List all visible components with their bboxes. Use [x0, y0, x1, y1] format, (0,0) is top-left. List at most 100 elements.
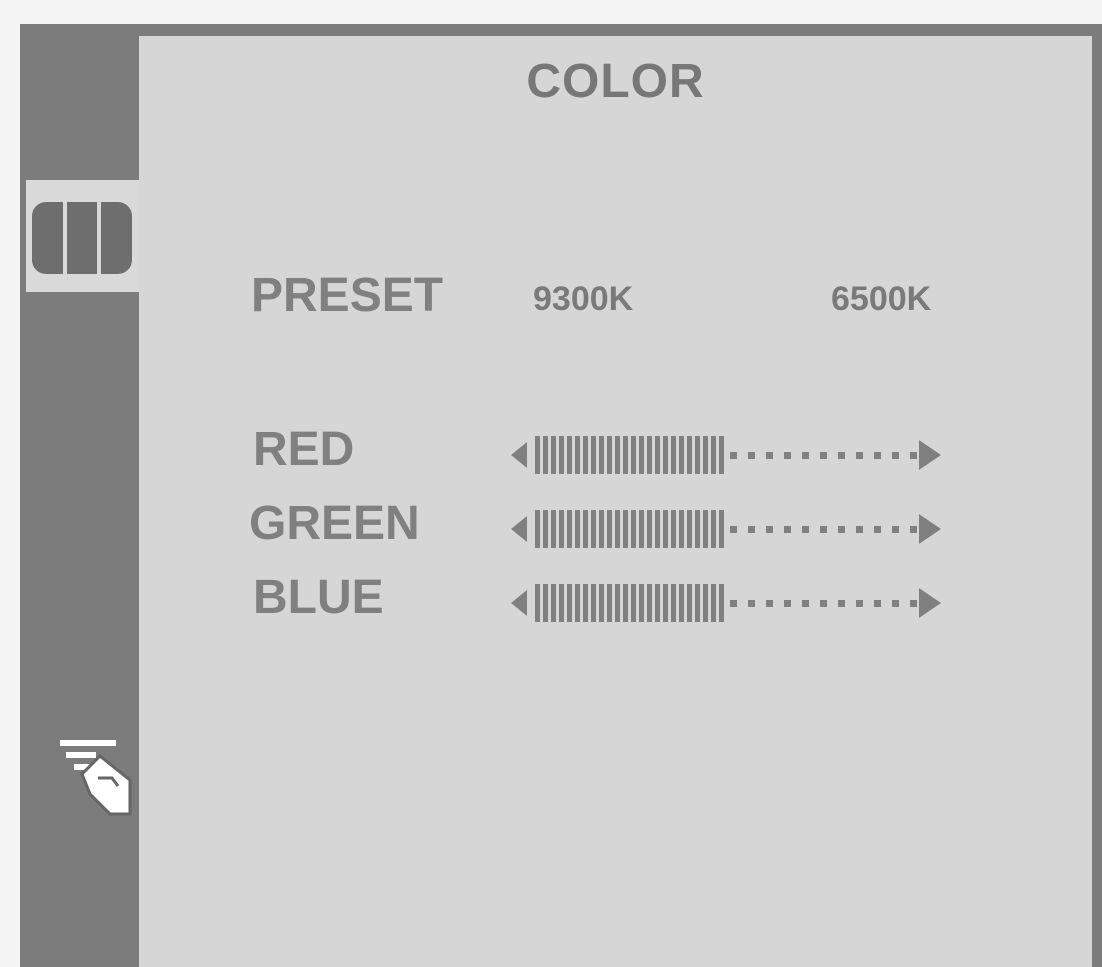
slider-fill-tick	[543, 584, 548, 622]
slider-fill-tick	[719, 584, 724, 622]
slider-empty-dot	[892, 600, 899, 607]
slider-left-arrow-icon	[511, 590, 527, 616]
slider-fill-tick	[663, 510, 668, 548]
slider-fill-tick	[599, 510, 604, 548]
slider-fill-tick	[575, 510, 580, 548]
slider-fill-tick	[567, 436, 572, 474]
slider-empty-dot	[838, 452, 845, 459]
slider-fill-tick	[679, 436, 684, 474]
slider-fill-tick	[607, 584, 612, 622]
slider-empty-dot	[730, 526, 737, 533]
slider-empty-dot	[802, 600, 809, 607]
green-slider[interactable]	[511, 506, 941, 552]
slider-fill-tick	[559, 436, 564, 474]
slider-empty-dot	[820, 452, 827, 459]
slider-empty-dot	[820, 526, 827, 533]
green-label: GREEN	[249, 497, 420, 550]
slider-empty-dot	[730, 600, 737, 607]
slider-empty-dot	[766, 600, 773, 607]
red-slider[interactable]	[511, 432, 941, 478]
slider-fill-tick	[663, 436, 668, 474]
slider-empty-dot	[784, 526, 791, 533]
slider-empty-dot	[910, 526, 917, 533]
slider-fill-tick	[631, 510, 636, 548]
slider-fill-tick	[591, 436, 596, 474]
slider-fill-tick	[695, 510, 700, 548]
slider-fill-tick	[623, 510, 628, 548]
slider-fill-tick	[719, 436, 724, 474]
slider-empty-dot	[802, 452, 809, 459]
slider-empty-dot	[856, 600, 863, 607]
slider-fill-tick	[551, 584, 556, 622]
slider-fill-tick	[575, 584, 580, 622]
slider-right-arrow-icon	[919, 440, 941, 470]
color-bars-icon	[32, 202, 133, 274]
slider-fill-tick	[655, 510, 660, 548]
color-panel: COLOR PRESET 9300K 6500K RED GREEN BLUE	[139, 36, 1092, 967]
slider-right-arrow-icon	[919, 514, 941, 544]
blue-slider[interactable]	[511, 580, 941, 626]
slider-empty-dot	[910, 452, 917, 459]
slider-fill-tick	[615, 510, 620, 548]
slider-empty-dot	[748, 526, 755, 533]
slider-fill-tick	[607, 510, 612, 548]
page-title: COLOR	[526, 55, 705, 108]
slider-fill-tick	[583, 436, 588, 474]
preset-label: PRESET	[251, 269, 444, 322]
slider-empty-dot	[802, 526, 809, 533]
slider-fill-tick	[567, 584, 572, 622]
slider-fill-tick	[671, 584, 676, 622]
slider-fill-tick	[711, 510, 716, 548]
slider-empty-dot	[748, 600, 755, 607]
slider-empty-dot	[838, 526, 845, 533]
slider-fill-tick	[543, 436, 548, 474]
slider-fill-tick	[575, 436, 580, 474]
slider-empty-dot	[874, 600, 881, 607]
slider-fill-tick	[647, 584, 652, 622]
slider-fill-tick	[687, 584, 692, 622]
sidebar	[20, 24, 139, 967]
slider-empty-dot	[730, 452, 737, 459]
slider-fill-tick	[639, 584, 644, 622]
slider-fill-tick	[607, 436, 612, 474]
slider-fill-tick	[719, 510, 724, 548]
hand-pointer-icon[interactable]	[42, 740, 132, 818]
slider-right-arrow-icon	[919, 588, 941, 618]
slider-empty-dot	[856, 526, 863, 533]
slider-empty-dot	[892, 526, 899, 533]
slider-empty-dot	[766, 452, 773, 459]
slider-fill-tick	[695, 584, 700, 622]
slider-empty-dot	[766, 526, 773, 533]
blue-label: BLUE	[253, 571, 384, 624]
slider-fill-tick	[599, 584, 604, 622]
slider-fill-tick	[559, 510, 564, 548]
sidebar-item-color[interactable]	[26, 180, 139, 292]
slider-empty-dot	[784, 600, 791, 607]
slider-fill-tick	[543, 510, 548, 548]
slider-fill-tick	[711, 436, 716, 474]
slider-fill-tick	[535, 584, 540, 622]
slider-empty-dot	[910, 600, 917, 607]
preset-option-6500k[interactable]: 6500K	[831, 280, 931, 319]
slider-fill-tick	[679, 510, 684, 548]
slider-fill-tick	[631, 584, 636, 622]
slider-fill-tick	[551, 436, 556, 474]
slider-fill-tick	[583, 510, 588, 548]
preset-option-9300k[interactable]: 9300K	[533, 280, 633, 319]
slider-fill-tick	[535, 510, 540, 548]
slider-fill-tick	[695, 436, 700, 474]
slider-fill-tick	[679, 584, 684, 622]
slider-fill-tick	[655, 436, 660, 474]
slider-fill-tick	[551, 510, 556, 548]
slider-empty-dot	[856, 452, 863, 459]
slider-fill-tick	[615, 436, 620, 474]
slider-fill-tick	[639, 510, 644, 548]
slider-fill-tick	[703, 510, 708, 548]
slider-fill-tick	[535, 436, 540, 474]
slider-empty-dot	[874, 526, 881, 533]
slider-fill-tick	[671, 510, 676, 548]
slider-fill-tick	[631, 436, 636, 474]
slider-fill-tick	[639, 436, 644, 474]
slider-fill-tick	[703, 436, 708, 474]
slider-left-arrow-icon	[511, 516, 527, 542]
